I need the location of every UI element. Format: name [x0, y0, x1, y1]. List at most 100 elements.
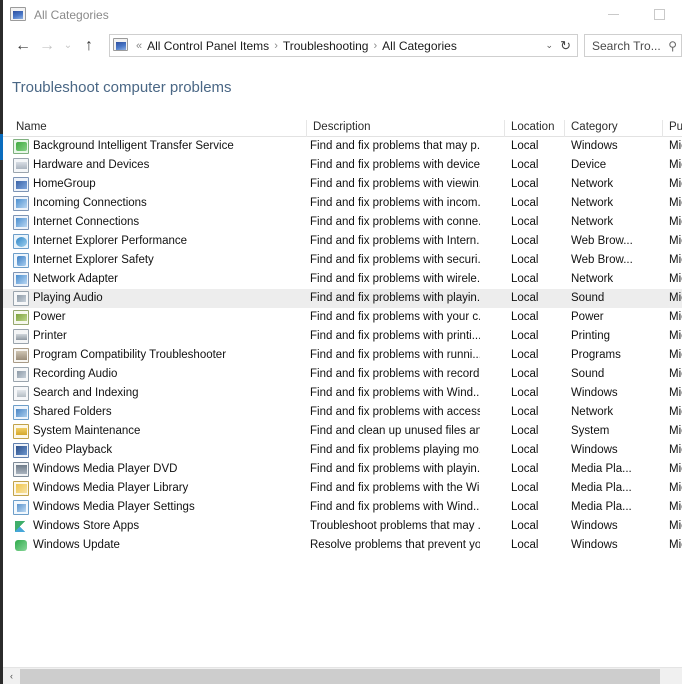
table-row[interactable]: Windows Store Apps Troubleshoot problems … [3, 517, 682, 536]
control-panel-icon [10, 6, 26, 23]
cell-description: Find and fix problems with printi... [310, 330, 480, 342]
cell-category: Media Pla... [571, 463, 632, 475]
cell-name: Video Playback [33, 444, 113, 456]
cell-description: Troubleshoot problems that may ... [310, 520, 480, 532]
cell-description: Find and fix problems with device... [310, 159, 480, 171]
cell-category: Network [571, 216, 614, 228]
table-row[interactable]: Shared Folders Find and fix problems with… [3, 403, 682, 422]
table-row[interactable]: Video Playback Find and fix problems play… [3, 441, 682, 460]
scrollbar-track[interactable] [20, 667, 682, 684]
table-row[interactable]: Program Compatibility Troubleshooter Find… [3, 346, 682, 365]
cell-location: Local [511, 159, 539, 171]
cell-category: Windows [571, 140, 618, 152]
cell-location: Local [511, 520, 539, 532]
cell-category: Network [571, 178, 614, 190]
table-row[interactable]: Windows Media Player Library Find and fix… [3, 479, 682, 498]
cell-name: HomeGroup [33, 178, 96, 190]
table-row[interactable]: Search and Indexing Find and fix problems… [3, 384, 682, 403]
table-row[interactable]: Windows Media Player DVD Find and fix pro… [3, 460, 682, 479]
address-bar[interactable]: « All Control Panel Items › Troubleshoot… [109, 34, 578, 57]
table-row[interactable]: Incoming Connections Find and fix problem… [3, 194, 682, 213]
column-header-description[interactable]: Description [306, 120, 504, 137]
column-header-publisher[interactable]: Publis [662, 120, 682, 137]
forward-button[interactable]: → [35, 34, 59, 58]
cell-publisher: Micros [669, 197, 682, 209]
cell-publisher: Micros [669, 159, 682, 171]
cell-publisher: Micros [669, 216, 682, 228]
column-header-location[interactable]: Location [504, 120, 564, 137]
cell-location: Local [511, 330, 539, 342]
cell-publisher: Micros [669, 425, 682, 437]
cell-location: Local [511, 387, 539, 399]
cell-publisher: Micros [669, 273, 682, 285]
cell-location: Local [511, 406, 539, 418]
cell-publisher: Micros [669, 482, 682, 494]
table-row[interactable]: Recording Audio Find and fix problems wit… [3, 365, 682, 384]
back-button[interactable]: ← [11, 34, 35, 58]
breadcrumb-0[interactable]: All Control Panel Items [147, 39, 269, 53]
cell-description: Find and fix problems with your c... [310, 311, 480, 323]
cell-description: Find and fix problems with Wind... [310, 387, 480, 399]
cell-name: Windows Media Player Settings [33, 501, 195, 513]
breadcrumb-2[interactable]: All Categories [382, 39, 457, 53]
cell-name: Network Adapter [33, 273, 119, 285]
recent-locations-button[interactable]: ⌄ [59, 34, 77, 58]
column-header-category[interactable]: Category [564, 120, 662, 137]
cell-description: Find and fix problems with record... [310, 368, 480, 380]
cell-location: Local [511, 140, 539, 152]
breadcrumb-1[interactable]: Troubleshooting [283, 39, 369, 53]
table-row[interactable]: System Maintenance Find and clean up unus… [3, 422, 682, 441]
maximize-button[interactable] [636, 0, 682, 29]
cell-category: Sound [571, 292, 605, 304]
cell-description: Find and fix problems with runni... [310, 349, 480, 361]
cell-description: Find and fix problems with securi... [310, 254, 480, 266]
table-row[interactable]: Printer Find and fix problems with printi… [3, 327, 682, 346]
minimize-button[interactable] [590, 0, 636, 29]
table-row[interactable]: Power Find and fix problems with your c..… [3, 308, 682, 327]
search-input-value: Search Tro... [592, 38, 661, 53]
table-row[interactable]: Network Adapter Find and fix problems wit… [3, 270, 682, 289]
breadcrumb-overflow-icon[interactable]: « [131, 40, 147, 52]
address-control-panel-icon [113, 37, 129, 54]
cell-name: Internet Explorer Performance [33, 235, 188, 247]
minimize-icon [607, 14, 619, 15]
column-header-row: Name Description Location Category Publi… [3, 118, 682, 137]
title-bar: All Categories [0, 0, 682, 29]
cell-name: Background Intelligent Transfer Service [33, 140, 234, 152]
cell-publisher: Micros [669, 501, 682, 513]
table-row[interactable]: Background Intelligent Transfer Service F… [3, 137, 682, 156]
cell-publisher: Micros [669, 330, 682, 342]
table-row[interactable]: Windows Media Player Settings Find and fi… [3, 498, 682, 517]
cell-publisher: Micros [669, 235, 682, 247]
cell-location: Local [511, 311, 539, 323]
cell-location: Local [511, 254, 539, 266]
refresh-icon[interactable]: ↻ [560, 38, 575, 54]
table-row[interactable]: Windows Update Resolve problems that prev… [3, 536, 682, 555]
cell-description: Resolve problems that prevent yo... [310, 539, 480, 551]
cell-category: Power [571, 311, 604, 323]
cell-name: Recording Audio [33, 368, 118, 380]
cell-category: Network [571, 197, 614, 209]
cell-name: Power [33, 311, 66, 323]
table-row[interactable]: Playing Audio Find and fix problems with … [3, 289, 682, 308]
cell-name: Hardware and Devices [33, 159, 150, 171]
cell-category: Printing [571, 330, 610, 342]
scroll-left-button[interactable]: ‹ [3, 667, 20, 684]
items-list[interactable]: Background Intelligent Transfer Service F… [3, 137, 682, 661]
cell-description: Find and fix problems with incom... [310, 197, 480, 209]
table-row[interactable]: Internet Explorer Performance Find and fi… [3, 232, 682, 251]
cell-location: Local [511, 501, 539, 513]
search-input[interactable]: Search Tro... ⚲ [584, 34, 682, 57]
scrollbar-thumb[interactable] [20, 668, 660, 684]
cell-publisher: Micros [669, 539, 682, 551]
table-row[interactable]: Hardware and Devices Find and fix problem… [3, 156, 682, 175]
up-button[interactable]: ↑ [77, 34, 101, 58]
chevron-down-icon[interactable]: ⌄ [542, 40, 561, 51]
search-icon: ⚲ [668, 38, 677, 53]
cell-name: Shared Folders [33, 406, 112, 418]
table-row[interactable]: HomeGroup Find and fix problems with view… [3, 175, 682, 194]
column-header-name[interactable]: Name [10, 120, 306, 137]
horizontal-scrollbar[interactable]: ‹ [3, 667, 682, 684]
table-row[interactable]: Internet Connections Find and fix problem… [3, 213, 682, 232]
table-row[interactable]: Internet Explorer Safety Find and fix pro… [3, 251, 682, 270]
